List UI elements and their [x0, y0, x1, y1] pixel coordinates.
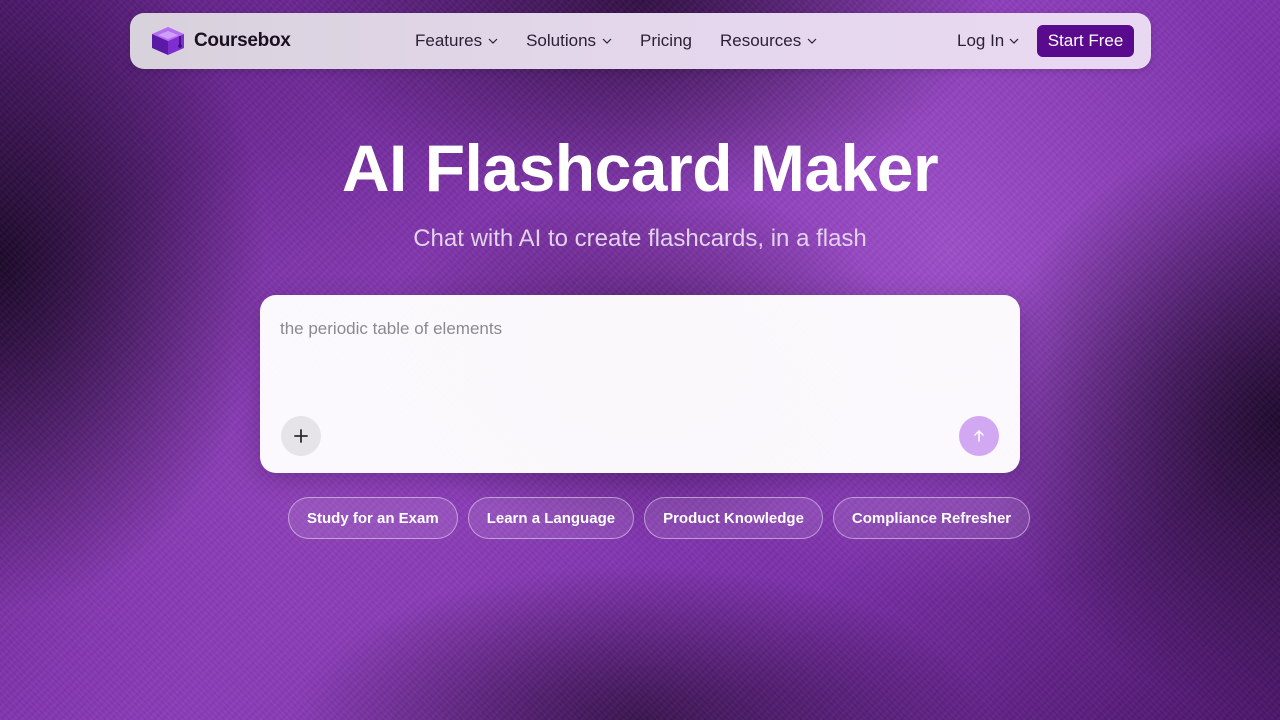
chevron-down-icon: [602, 38, 612, 44]
nav-item-label: Resources: [720, 31, 802, 50]
login-menu[interactable]: Log In: [957, 13, 1019, 69]
nav-links: Features Solutions Pricing Resources: [415, 13, 845, 69]
suggestion-chips: Study for an Exam Learn a Language Produ…: [288, 497, 1040, 539]
suggestion-chip-compliance-refresher[interactable]: Compliance Refresher: [832, 497, 1031, 539]
nav-item-pricing[interactable]: Pricing: [640, 31, 692, 51]
nav-item-resources[interactable]: Resources: [720, 31, 817, 51]
brand-name: Coursebox: [194, 30, 291, 51]
start-free-button[interactable]: Start Free: [1037, 25, 1134, 57]
suggestion-chip-learn-language[interactable]: Learn a Language: [467, 497, 635, 539]
page-subtitle: Chat with AI to create flashcards, in a …: [413, 225, 867, 252]
chevron-down-icon: [1009, 38, 1019, 44]
login-label: Log In: [957, 31, 1005, 50]
top-navbar: Coursebox Features Solutions Pricing Res…: [130, 13, 1151, 69]
brand-logo-link[interactable]: Coursebox: [150, 25, 291, 57]
page-title: AI Flashcard Maker: [341, 131, 939, 205]
arrow-up-icon: [974, 430, 984, 442]
prompt-input[interactable]: [280, 315, 1000, 395]
suggestion-chip-product-knowledge[interactable]: Product Knowledge: [644, 497, 823, 539]
plus-icon: [294, 429, 308, 443]
suggestion-chip-study-exam[interactable]: Study for an Exam: [288, 497, 458, 539]
nav-item-label: Solutions: [526, 31, 597, 50]
graduation-cap-cube-icon: [152, 27, 184, 55]
add-attachment-button[interactable]: [281, 416, 321, 456]
chevron-down-icon: [807, 38, 817, 44]
nav-item-label: Pricing: [640, 31, 692, 50]
prompt-card: [260, 295, 1020, 473]
send-button[interactable]: [959, 416, 999, 456]
nav-item-solutions[interactable]: Solutions: [526, 31, 612, 51]
nav-item-label: Features: [415, 31, 483, 50]
chevron-down-icon: [488, 38, 498, 44]
nav-item-features[interactable]: Features: [415, 31, 498, 51]
